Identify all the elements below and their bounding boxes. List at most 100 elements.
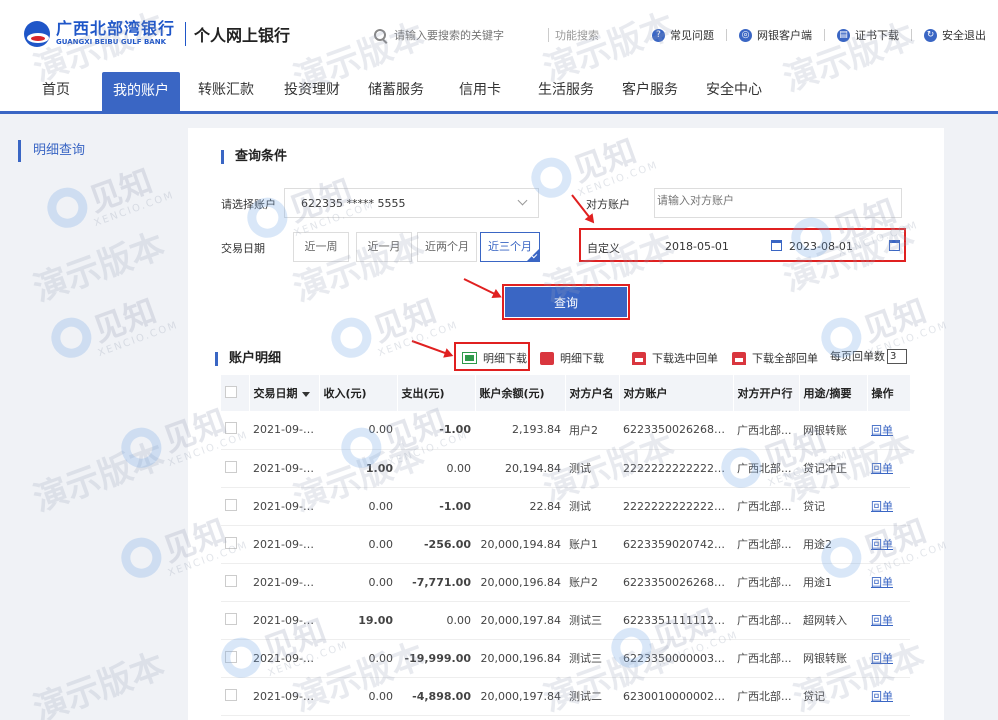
counterparty-field[interactable] bbox=[654, 188, 902, 218]
receipt-link[interactable]: 回单 bbox=[871, 500, 893, 513]
nav-security-center[interactable]: 安全中心 bbox=[698, 70, 770, 111]
receipt-link[interactable]: 回单 bbox=[871, 576, 893, 589]
client-label: 网银客户端 bbox=[757, 29, 812, 42]
row-balance: 20,000,197.84 bbox=[475, 601, 565, 640]
date-option-1week[interactable]: 近一周 bbox=[293, 232, 349, 262]
row-memo: 网银转账 bbox=[799, 639, 867, 678]
row-counter-account: 6223350026268877 bbox=[619, 563, 733, 602]
date-option-3months[interactable]: 近三个月 bbox=[480, 232, 540, 262]
receipt-link[interactable]: 回单 bbox=[871, 462, 893, 475]
question-icon: ? bbox=[652, 28, 665, 42]
date-option-3months-label: 近三个月 bbox=[488, 240, 532, 253]
row-counter-name: 测试三 bbox=[565, 601, 619, 640]
per-page-select[interactable]: 3 bbox=[887, 348, 907, 364]
trade-date-label: 交易日期 bbox=[221, 242, 265, 255]
search-input[interactable] bbox=[394, 28, 544, 42]
bank-logo[interactable]: 广西北部湾银行 GUANGXI BEIBU GULF BANK 个人网上银行 bbox=[24, 20, 290, 47]
account-label: 请选择账户 bbox=[221, 198, 276, 211]
row-counter-account: 2222222222222222... bbox=[619, 449, 733, 488]
receipt-link[interactable]: 回单 bbox=[871, 652, 893, 665]
column-header-date[interactable]: 交易日期 bbox=[249, 375, 320, 411]
date-option-1month[interactable]: 近一月 bbox=[356, 232, 412, 262]
search-button[interactable]: 功能搜索 bbox=[555, 27, 599, 43]
pdf-download-button[interactable]: 明细下载 bbox=[540, 350, 604, 366]
row-checkbox[interactable] bbox=[225, 422, 237, 435]
logout-icon: ↻ bbox=[924, 28, 937, 42]
nav-home[interactable]: 首页 bbox=[22, 70, 90, 111]
nav-customer-service[interactable]: 客户服务 bbox=[614, 70, 686, 111]
date-option-2months[interactable]: 近两个月 bbox=[417, 232, 477, 262]
row-checkbox[interactable] bbox=[225, 574, 237, 587]
row-date: 2021-09-19 bbox=[249, 563, 319, 602]
row-balance: 20,000,196.84 bbox=[475, 563, 565, 602]
certificate-download-link[interactable]: ▤ 证书下载 bbox=[837, 27, 899, 43]
row-balance: 20,194.84 bbox=[475, 449, 565, 488]
pdf-download-label: 明细下载 bbox=[560, 352, 604, 365]
row-checkbox[interactable] bbox=[225, 460, 237, 473]
sort-down-icon[interactable] bbox=[301, 391, 310, 397]
row-income: 0.00 bbox=[319, 411, 397, 450]
watermark-text: 演示版本 bbox=[28, 435, 170, 520]
receipt-link[interactable]: 回单 bbox=[871, 424, 893, 437]
sidebar-item-detail-query[interactable]: 明细查询 bbox=[18, 140, 85, 162]
nav-my-account[interactable]: 我的账户 bbox=[102, 72, 180, 111]
row-checkbox[interactable] bbox=[225, 612, 237, 625]
nav-investment[interactable]: 投资理财 bbox=[276, 70, 348, 111]
custom-label: 自定义 bbox=[587, 242, 620, 255]
row-balance: 20,000,197.84 bbox=[475, 677, 565, 716]
query-button[interactable]: 查询 bbox=[505, 287, 627, 317]
row-checkbox[interactable] bbox=[225, 536, 237, 549]
end-date-input[interactable]: 2023-08-01 bbox=[789, 240, 853, 253]
account-value: 622335 ***** 5555 bbox=[301, 197, 406, 210]
nav-credit-card[interactable]: 信用卡 bbox=[448, 70, 512, 111]
row-memo: 用途1 bbox=[799, 563, 867, 602]
row-income: 19.00 bbox=[319, 601, 397, 640]
watermark-logo-icon bbox=[115, 532, 167, 584]
calendar-icon[interactable] bbox=[889, 240, 900, 251]
column-header-counter-account: 对方账户 bbox=[619, 375, 734, 411]
row-counter-name: 测试 bbox=[565, 449, 619, 488]
logout-link[interactable]: ↻ 安全退出 bbox=[924, 27, 986, 43]
nav-savings[interactable]: 储蓄服务 bbox=[360, 70, 432, 111]
row-counter-account: 6223359020742076 bbox=[619, 525, 733, 564]
receipt-link[interactable]: 回单 bbox=[871, 538, 893, 551]
account-select[interactable]: 622335 ***** 5555 bbox=[284, 188, 539, 218]
row-expense: -256.00 bbox=[397, 525, 475, 564]
receipt-link[interactable]: 回单 bbox=[871, 690, 893, 703]
row-counter-name: 测试 bbox=[565, 487, 619, 526]
receipt-link[interactable]: 回单 bbox=[871, 614, 893, 627]
nav-transfer[interactable]: 转账汇款 bbox=[190, 70, 262, 111]
watermark-text: 演示版本 bbox=[28, 225, 170, 310]
client-download-link[interactable]: ◎ 网银客户端 bbox=[739, 27, 812, 43]
row-expense: 0.00 bbox=[397, 449, 475, 488]
download-selected-receipts-button[interactable]: 下载选中回单 bbox=[632, 350, 718, 366]
row-balance: 22.84 bbox=[475, 487, 565, 526]
row-expense: -1.00 bbox=[397, 411, 475, 450]
counterparty-input[interactable] bbox=[657, 194, 887, 207]
check-icon bbox=[527, 249, 539, 261]
row-income: 0.00 bbox=[319, 487, 397, 526]
start-date-input[interactable]: 2018-05-01 bbox=[665, 240, 729, 253]
excel-download-button[interactable]: 明细下载 bbox=[462, 350, 527, 366]
row-counter-account: 6223350000003333 bbox=[619, 639, 733, 678]
calendar-icon[interactable] bbox=[771, 240, 782, 251]
column-header-memo: 用途/摘要 bbox=[799, 375, 868, 411]
row-counter-name: 测试二 bbox=[565, 677, 619, 716]
download-all-receipts-button[interactable]: 下载全部回单 bbox=[732, 350, 818, 366]
column-header-income: 收入(元) bbox=[319, 375, 398, 411]
logo-divider bbox=[185, 21, 187, 46]
row-checkbox[interactable] bbox=[225, 688, 237, 701]
nav-life-service[interactable]: 生活服务 bbox=[530, 70, 602, 111]
row-checkbox[interactable] bbox=[225, 498, 237, 511]
select-all-cell[interactable] bbox=[221, 375, 250, 411]
column-header-balance: 账户余额(元) bbox=[475, 375, 566, 411]
row-income: 0.00 bbox=[319, 525, 397, 564]
row-checkbox[interactable] bbox=[225, 650, 237, 663]
search-divider bbox=[548, 28, 549, 42]
site-subtitle: 个人网上银行 bbox=[194, 25, 291, 45]
row-counter-bank: 广西北部... bbox=[733, 525, 799, 564]
row-income: 0.00 bbox=[319, 677, 397, 716]
select-all-checkbox[interactable] bbox=[225, 385, 237, 398]
table-row: 2021-09-19 1.00 0.00 20,194.84 测试 222222… bbox=[221, 449, 910, 488]
faq-link[interactable]: ? 常见问题 bbox=[652, 27, 714, 43]
